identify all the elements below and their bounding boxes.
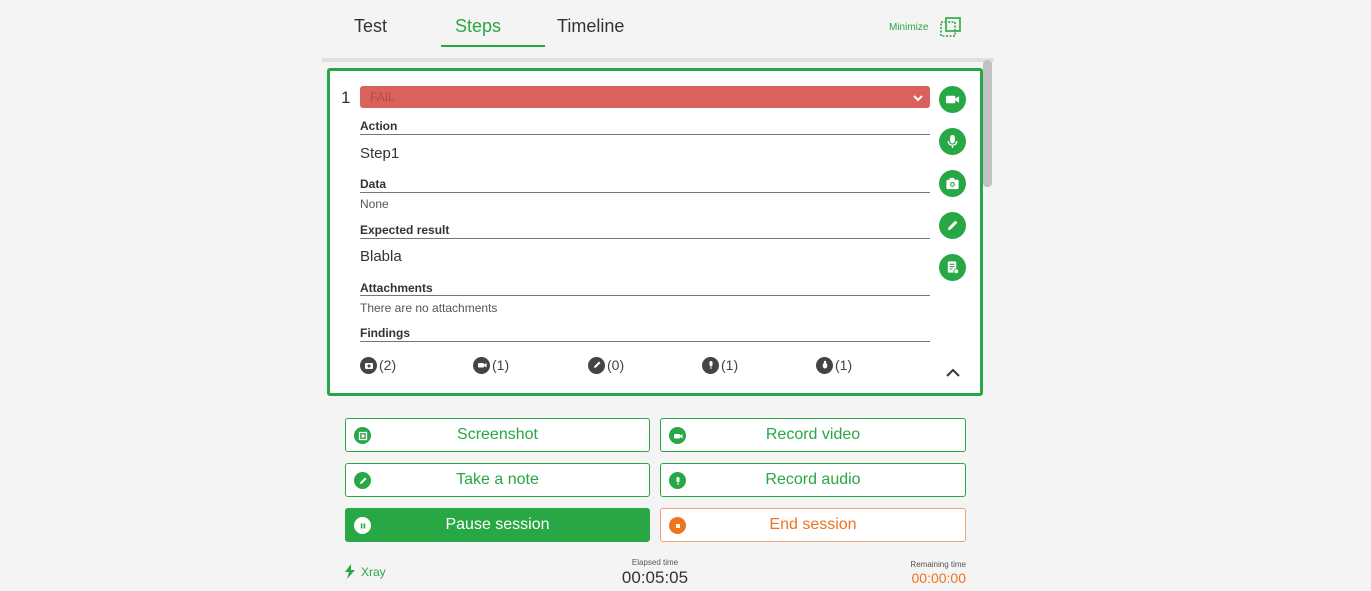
finding-screenshots[interactable]: (2) <box>360 356 396 374</box>
record-audio-button[interactable]: Record audio <box>660 463 966 497</box>
finding-defects[interactable]: (1) <box>816 356 852 374</box>
step-note-button[interactable] <box>939 212 966 239</box>
action-value: Step1 <box>360 145 400 162</box>
camera-icon <box>360 356 377 374</box>
elapsed-time: Elapsed time 00:05:05 <box>610 558 700 588</box>
attachments-label: Attachments <box>360 281 433 295</box>
microphone-icon <box>702 356 719 374</box>
elapsed-time-label: Elapsed time <box>631 558 679 567</box>
divider <box>360 341 930 342</box>
finding-audios[interactable]: (1) <box>702 356 738 374</box>
tab-test[interactable]: Test <box>354 16 387 37</box>
pause-session-button[interactable]: Pause session <box>345 508 650 542</box>
end-session-button[interactable]: End session <box>660 508 966 542</box>
step-record-audio-button[interactable] <box>939 128 966 155</box>
chevron-down-icon <box>912 91 924 103</box>
pencil-icon <box>947 220 958 231</box>
finding-count: (2) <box>379 357 397 373</box>
findings-label: Findings <box>360 326 410 340</box>
microphone-icon <box>669 472 686 489</box>
tab-timeline[interactable]: Timeline <box>557 16 624 37</box>
active-tab-indicator <box>441 45 545 47</box>
finding-count: (0) <box>607 357 625 373</box>
minimize-icon[interactable] <box>940 17 961 37</box>
record-video-label: Record video <box>765 426 861 443</box>
scrollbar[interactable] <box>983 60 992 187</box>
pencil-icon <box>588 356 605 374</box>
screenshot-label: Screenshot <box>457 426 538 443</box>
microphone-icon <box>947 134 958 149</box>
step-record-video-button[interactable] <box>939 86 966 113</box>
data-label: Data <box>360 177 387 191</box>
data-value: None <box>360 197 389 211</box>
divider <box>360 295 930 296</box>
video-icon <box>473 356 490 374</box>
bug-icon <box>816 356 833 374</box>
finding-videos[interactable]: (1) <box>473 356 509 374</box>
status-select[interactable]: FAIL <box>360 86 930 108</box>
pencil-icon <box>354 472 371 489</box>
xray-bolt-icon <box>345 564 355 579</box>
video-icon <box>945 95 960 104</box>
brand-label: Xray <box>361 564 386 579</box>
xray-logo: Xray <box>344 564 386 579</box>
finding-notes[interactable]: (0) <box>588 356 624 374</box>
attachments-value: There are no attachments <box>360 301 498 315</box>
stop-icon <box>669 517 686 534</box>
minimize-label[interactable]: Minimize <box>889 22 928 33</box>
status-value: FAIL <box>370 90 395 104</box>
step-report-button[interactable] <box>939 254 966 281</box>
record-audio-label: Record audio <box>765 471 861 488</box>
video-icon <box>669 427 686 444</box>
remaining-time-value: 00:00:00 <box>911 570 967 586</box>
finding-count: (1) <box>721 357 739 373</box>
tab-steps[interactable]: Steps <box>455 16 501 37</box>
elapsed-time-value: 00:05:05 <box>621 568 689 587</box>
step-screenshot-button[interactable] <box>939 170 966 197</box>
screenshot-button[interactable]: Screenshot <box>345 418 650 452</box>
step-number: 1 <box>341 88 351 107</box>
take-note-button[interactable]: Take a note <box>345 463 650 497</box>
finding-count: (1) <box>835 357 853 373</box>
remaining-time-label: Remaining time <box>910 560 966 569</box>
record-video-button[interactable]: Record video <box>660 418 966 452</box>
take-note-label: Take a note <box>456 471 539 488</box>
divider <box>360 238 930 239</box>
divider <box>360 134 930 135</box>
action-label: Action <box>360 119 398 133</box>
pause-session-label: Pause session <box>445 516 550 533</box>
chevron-up-icon[interactable] <box>945 366 961 378</box>
expected-result-value: Blabla <box>360 248 402 265</box>
document-icon <box>947 261 960 275</box>
screenshot-icon <box>354 427 371 444</box>
divider <box>360 192 930 193</box>
finding-count: (1) <box>492 357 510 373</box>
remaining-time: Remaining time 00:00:00 <box>880 560 966 586</box>
camera-icon <box>946 177 959 190</box>
expected-result-label: Expected result <box>360 223 450 237</box>
pause-icon <box>354 517 371 534</box>
end-session-label: End session <box>769 516 857 533</box>
